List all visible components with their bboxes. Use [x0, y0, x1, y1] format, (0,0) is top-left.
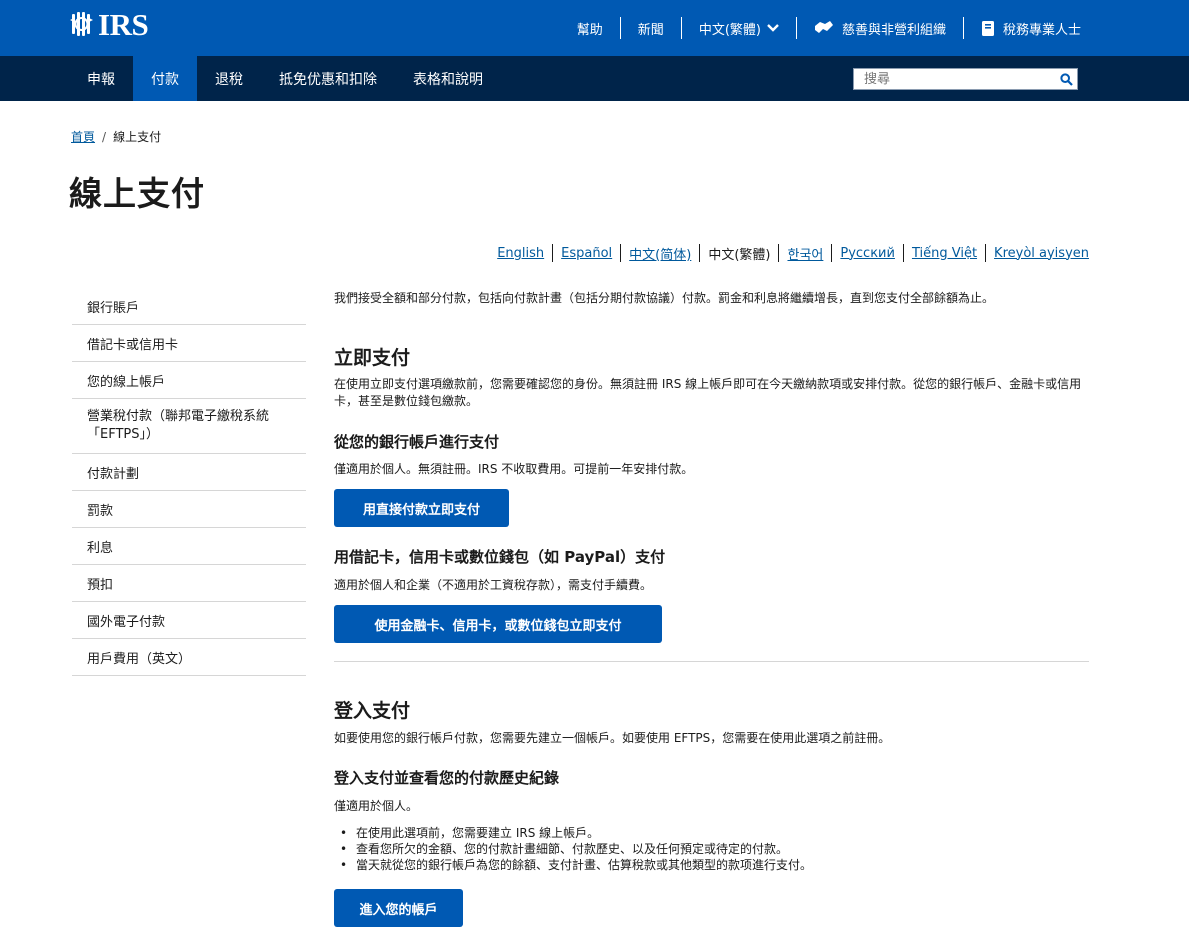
nav-forms-instructions[interactable]: 表格和說明 — [395, 56, 501, 101]
list-item: 當天就從您的銀行帳戶為您的餘額、支付計畫、估算稅款或其他類型的款项進行支付。 — [334, 857, 812, 873]
search-box — [853, 68, 1078, 90]
history-heading: 登入支付並查看您的付款歷史紀錄 — [334, 769, 560, 787]
nav-pay[interactable]: 付款 — [133, 56, 197, 101]
sidebar-item-penalties[interactable]: 罰款 — [72, 491, 306, 528]
sidebar-item-withholding[interactable]: 預扣 — [72, 565, 306, 602]
pay-now-heading: 立即支付 — [334, 347, 411, 369]
main-nav-items: 申報 付款 退稅 抵免优惠和扣除 表格和說明 — [69, 56, 501, 101]
sidebar-item-label: 借記卡或信用卡 — [87, 337, 179, 353]
main-nav: 申報 付款 退稅 抵免优惠和扣除 表格和說明 — [0, 56, 1189, 101]
help-link[interactable]: 幫助 — [560, 17, 620, 39]
utility-nav: 幫助 新聞 中文(繁體) 慈善與非營利組織 稅務專業人士 — [560, 15, 1081, 41]
lang-spanish[interactable]: Español — [552, 244, 620, 262]
logo-text: IRS — [98, 6, 149, 42]
nav-label: 抵免优惠和扣除 — [279, 71, 377, 88]
sidebar-item-user-fees[interactable]: 用戶費用（英文） — [72, 639, 306, 676]
breadcrumb: 首頁 / 線上支付 — [71, 128, 161, 145]
language-selector[interactable]: 中文(繁體) — [680, 17, 796, 39]
pay-now-text: 在使用立即支付選項繳款前，您需要確認您的身份。無須註冊 IRS 線上帳戶即可在今… — [334, 377, 1082, 408]
list-item: 查看您所欠的金額、您的付款計畫細節、付款歷史、以及任何預定或待定的付款。 — [334, 841, 812, 857]
sidebar-item-eftps[interactable]: 營業稅付款（聯邦電子繳稅系統「EFTPS」） — [72, 399, 306, 454]
nav-label: 退稅 — [215, 71, 243, 88]
nav-refunds[interactable]: 退稅 — [197, 56, 261, 101]
card-text: 適用於個人和企業（不適用於工資稅存款），需支付手續費。 — [334, 578, 653, 592]
charities-link[interactable]: 慈善與非營利組織 — [795, 17, 963, 39]
search-icon[interactable] — [1055, 72, 1077, 86]
lang-chinese-simplified[interactable]: 中文(简体) — [620, 244, 699, 263]
sidebar-item-online-account[interactable]: 您的線上帳戶 — [72, 362, 306, 399]
sidebar-item-label: 預扣 — [87, 577, 114, 593]
sidebar-item-payment-plans[interactable]: 付款計劃 — [72, 454, 306, 491]
sidebar-item-label: 銀行賬戶 — [87, 300, 140, 316]
account-button-label: 進入您的帳戶 — [359, 902, 438, 918]
lang-korean[interactable]: 한국어 — [778, 244, 831, 263]
tax-pros-label: 稅務專業人士 — [1002, 22, 1081, 38]
nav-label: 表格和說明 — [413, 71, 483, 88]
list-item: 在使用此選項前，您需要建立 IRS 線上帳戶。 — [334, 825, 812, 841]
card-heading: 用借記卡，信用卡或數位錢包（如 PayPal）支付 — [334, 548, 666, 566]
language-bar: English Español 中文(简体) 中文(繁體) 한국어 Русски… — [489, 244, 1089, 263]
help-label: 幫助 — [576, 22, 603, 38]
account-button[interactable]: 進入您的帳戶 — [334, 889, 463, 927]
nav-label: 申報 — [87, 71, 115, 88]
top-header: IRS 幫助 新聞 中文(繁體) 慈善與非營利組織 稅務專業人士 — [0, 0, 1189, 56]
sidebar-item-label: 營業稅付款（聯邦電子繳稅系統「EFTPS」） — [87, 409, 270, 442]
eagle-logo-icon — [70, 12, 93, 36]
intro-text: 我們接受全額和部分付款，包括向付款計畫（包括分期付款協議）付款。罰金和利息將繼續… — [334, 291, 995, 305]
breadcrumb-current: 線上支付 — [113, 130, 162, 144]
sidebar-item-label: 用戶費用（英文） — [87, 651, 192, 667]
section-divider — [334, 661, 1089, 662]
feature-list: 在使用此選項前，您需要建立 IRS 線上帳戶。 查看您所欠的金額、您的付款計畫細… — [334, 825, 812, 873]
history-text: 僅適用於個人。 — [334, 799, 419, 813]
sidebar-item-foreign-payments[interactable]: 國外電子付款 — [72, 602, 306, 639]
sidebar-nav: 銀行賬戶 借記卡或信用卡 您的線上帳戶 營業稅付款（聯邦電子繳稅系統「EFTPS… — [72, 288, 306, 676]
direct-pay-button-label: 用直接付款立即支付 — [362, 502, 480, 518]
sidebar-item-label: 罰款 — [87, 503, 114, 519]
bank-text: 僅適用於個人。無須註冊。IRS 不收取費用。可提前一年安排付款。 — [334, 462, 694, 476]
signin-heading: 登入支付 — [334, 700, 411, 722]
breadcrumb-home-link[interactable]: 首頁 — [71, 128, 95, 145]
charities-label: 慈善與非營利組織 — [841, 22, 946, 38]
sidebar-item-label: 利息 — [87, 540, 114, 556]
breadcrumb-separator: / — [102, 129, 107, 144]
bank-heading: 從您的銀行帳戶進行支付 — [334, 433, 500, 451]
nav-credits-deductions[interactable]: 抵免优惠和扣除 — [261, 56, 395, 101]
lang-english[interactable]: English — [489, 244, 552, 262]
lang-chinese-traditional: 中文(繁體) — [699, 244, 778, 263]
nav-file[interactable]: 申報 — [69, 56, 133, 101]
card-pay-button-label: 使用金融卡、信用卡，或數位錢包立即支付 — [374, 618, 622, 634]
sidebar-item-bank-account[interactable]: 銀行賬戶 — [72, 288, 306, 325]
lang-vietnamese[interactable]: Tiếng Việt — [902, 244, 985, 262]
sidebar-item-label: 國外電子付款 — [87, 614, 166, 630]
lang-russian[interactable]: Русский — [831, 244, 903, 262]
lang-haitian-creole[interactable]: Kreyòl ayisyen — [985, 244, 1089, 262]
signin-text: 如要使用您的銀行帳戶付款，您需要先建立一個帳戶。如要使用 EFTPS，您需要在使… — [334, 731, 891, 745]
news-label: 新聞 — [637, 22, 664, 38]
page-title: 線上支付 — [69, 174, 205, 213]
nav-label: 付款 — [151, 71, 179, 88]
direct-pay-button[interactable]: 用直接付款立即支付 — [334, 489, 509, 527]
language-label: 中文(繁體) — [698, 22, 761, 38]
search-input[interactable] — [854, 69, 1055, 89]
handshake-icon — [814, 20, 834, 36]
news-link[interactable]: 新聞 — [619, 17, 681, 39]
card-pay-button[interactable]: 使用金融卡、信用卡，或數位錢包立即支付 — [334, 605, 662, 643]
tax-pros-link[interactable]: 稅務專業人士 — [962, 17, 1081, 39]
chevron-down-icon — [767, 24, 779, 32]
sidebar-item-interest[interactable]: 利息 — [72, 528, 306, 565]
irs-logo[interactable]: IRS — [69, 6, 149, 42]
sidebar-item-label: 您的線上帳戶 — [87, 374, 166, 390]
sidebar-item-label: 付款計劃 — [87, 466, 140, 482]
sidebar-item-debit-credit-card[interactable]: 借記卡或信用卡 — [72, 325, 306, 362]
book-icon — [981, 20, 995, 37]
